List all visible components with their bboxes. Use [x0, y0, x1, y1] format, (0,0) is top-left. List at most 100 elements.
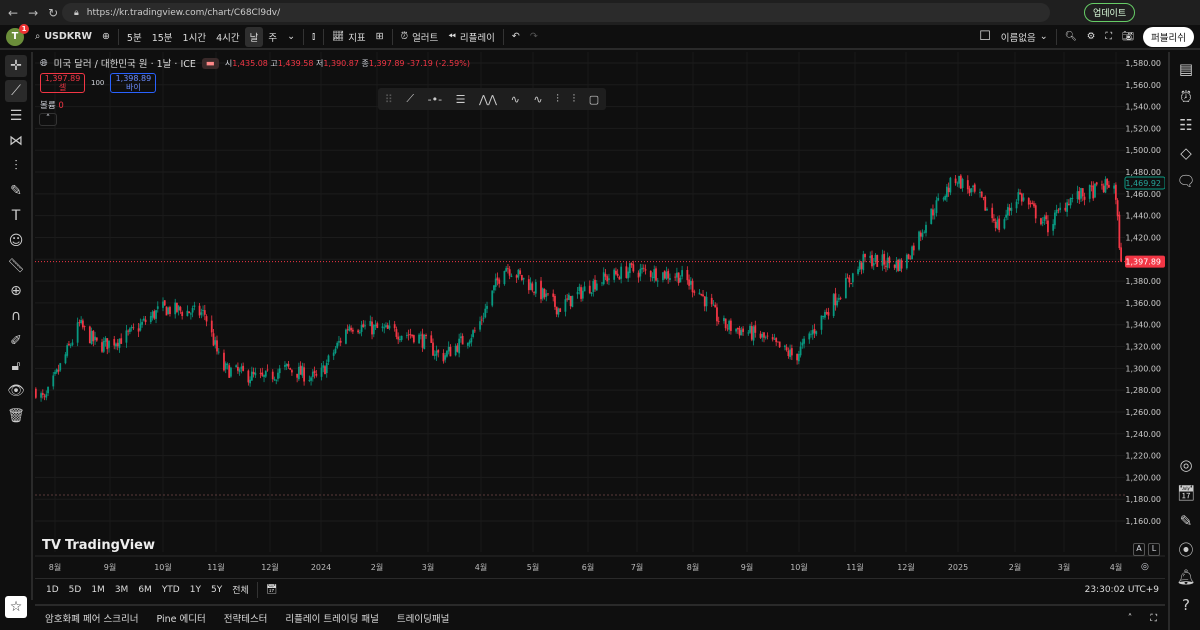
- sell-button[interactable]: 1,397.89 셀: [40, 73, 85, 93]
- undo-button[interactable]: ↶: [507, 27, 525, 47]
- drawings-button[interactable]: ✎: [1175, 510, 1197, 532]
- price-chart[interactable]: 1,580.00 1,560.00 1,540.00 1,520.00 1,500.00…: [35, 52, 1165, 578]
- trendline-tool[interactable]: ⟋: [5, 80, 27, 102]
- avatar[interactable]: T1: [6, 23, 29, 46]
- go-to-date-button[interactable]: 📅︎: [261, 580, 282, 600]
- interval-day[interactable]: 날: [244, 26, 264, 47]
- forecast-tool[interactable]: ⫶: [5, 155, 27, 177]
- interval-5m[interactable]: 5분: [122, 27, 147, 47]
- chart-type-button[interactable]: ⫾: [307, 27, 320, 47]
- tab-strategy-tester[interactable]: 전략테스터: [224, 611, 268, 625]
- range-1y[interactable]: 1Y: [185, 580, 206, 600]
- timezone-clock[interactable]: 23:30:02 UTC+9: [1085, 585, 1159, 595]
- xabcd-pattern-icon[interactable]: ⋀⋀: [479, 93, 497, 106]
- horizontal-ray-icon[interactable]: -•-: [428, 93, 442, 106]
- templates-button[interactable]: ⊞: [371, 27, 389, 47]
- auto-scale-button[interactable]: A: [1133, 543, 1145, 556]
- hide-tool[interactable]: 👁︎: [5, 380, 27, 402]
- address-bar[interactable]: 🔒︎ https://kr.tradingview.com/chart/C68Cl…: [62, 3, 1050, 22]
- range-1m[interactable]: 1M: [86, 580, 110, 600]
- range-5y[interactable]: 5Y: [206, 580, 227, 600]
- lock-tool[interactable]: 🔓︎: [5, 355, 27, 377]
- update-button[interactable]: 업데이트: [1084, 3, 1136, 22]
- layout-name-dropdown[interactable]: 이름없음 ⌄: [996, 27, 1053, 47]
- range-all[interactable]: 전체: [227, 580, 254, 600]
- delete-tool[interactable]: 🗑︎: [5, 405, 27, 427]
- legend-toggle[interactable]: ▬: [201, 57, 219, 69]
- crosshair-tool[interactable]: ✛: [5, 55, 27, 77]
- watchlist-button[interactable]: ▤: [1175, 58, 1197, 80]
- publish-button[interactable]: 퍼블리쉬: [1143, 26, 1194, 47]
- settings-button[interactable]: ⚙: [1082, 27, 1101, 47]
- abcd-pattern-icon[interactable]: ∿: [533, 93, 542, 106]
- interval-1h[interactable]: 1시간: [178, 27, 212, 47]
- snapshot-button[interactable]: 📷︎: [1117, 27, 1139, 47]
- expand-panel-icon[interactable]: ˄: [1128, 613, 1133, 624]
- short-position-icon[interactable]: ⫶: [572, 92, 575, 106]
- range-ytd[interactable]: YTD: [157, 580, 185, 600]
- ruler-tool[interactable]: 📏︎: [5, 255, 27, 277]
- candle-body: [479, 321, 481, 330]
- candle-body: [320, 367, 323, 377]
- tab-pine-editor[interactable]: Pine 에디터: [156, 611, 205, 625]
- brush-tool[interactable]: ✎: [5, 180, 27, 202]
- chat-button[interactable]: 🗨︎: [1175, 170, 1197, 192]
- text-tool[interactable]: T: [5, 205, 27, 227]
- candle-body: [921, 233, 924, 237]
- range-3m[interactable]: 3M: [110, 580, 134, 600]
- emoji-tool[interactable]: ☺: [5, 230, 27, 252]
- replay-button[interactable]: ⏪︎ 리플레이: [443, 27, 500, 47]
- range-5d[interactable]: 5D: [64, 580, 87, 600]
- quick-search-button[interactable]: 🔍︎: [1060, 27, 1082, 47]
- maximize-panel-icon[interactable]: ⛶: [1150, 613, 1157, 624]
- fib-tool[interactable]: ☰: [5, 105, 27, 127]
- alerts-button[interactable]: ⏰︎: [1175, 86, 1197, 108]
- interval-4h[interactable]: 4시간: [211, 27, 245, 47]
- watchlist-star-button[interactable]: ☆: [5, 596, 27, 618]
- notifications-button[interactable]: 🔔︎: [1175, 566, 1197, 588]
- trendline-icon[interactable]: ⟋: [406, 92, 414, 106]
- help-button[interactable]: ?: [1175, 594, 1197, 616]
- interval-15m[interactable]: 15분: [147, 27, 178, 47]
- stream-button[interactable]: ⦿: [1175, 538, 1197, 560]
- indicators-button[interactable]: 📈︎ 지표: [327, 27, 371, 47]
- candle-body: [569, 296, 572, 307]
- parallel-channel-icon[interactable]: ☰: [456, 93, 466, 106]
- collapse-legend-button[interactable]: ˄: [39, 113, 57, 126]
- magnet-tool[interactable]: ∩: [5, 305, 27, 327]
- zoom-tool[interactable]: ⊕: [5, 280, 27, 302]
- ideas-button[interactable]: ◎: [1175, 454, 1197, 476]
- candle-body: [893, 264, 896, 268]
- layout-button[interactable]: ☐: [974, 27, 996, 47]
- time-axis-settings[interactable]: ◎: [1141, 562, 1149, 572]
- symbol-search[interactable]: ⌕ USDKRW: [30, 27, 97, 47]
- redo-button[interactable]: ↷: [525, 27, 543, 47]
- range-6m[interactable]: 6M: [133, 580, 157, 600]
- forward-icon[interactable]: →: [28, 6, 38, 20]
- alert-button[interactable]: ⏰︎ 얼러트: [396, 27, 444, 47]
- candle-body: [632, 264, 635, 272]
- compare-button[interactable]: ⊕: [97, 27, 115, 47]
- interval-dropdown[interactable]: ⌄: [282, 27, 300, 47]
- reload-icon[interactable]: ↻: [48, 6, 58, 20]
- lock-drawing-tool[interactable]: ✐: [5, 330, 27, 352]
- pattern-tool[interactable]: ⋈: [5, 130, 27, 152]
- tab-replay-trading-panel[interactable]: 리플레이 트레이딩 패널: [285, 611, 378, 625]
- object-tree-button[interactable]: ☷: [1175, 114, 1197, 136]
- fullscreen-button[interactable]: ⛶: [1100, 27, 1117, 47]
- range-1d[interactable]: 1D: [41, 580, 64, 600]
- interval-week[interactable]: 주: [263, 27, 282, 47]
- buy-button[interactable]: 1,398.89 바이: [110, 73, 157, 93]
- layers-button[interactable]: ◇: [1175, 142, 1197, 164]
- elliott-wave-icon[interactable]: ∿: [511, 93, 520, 106]
- log-scale-button[interactable]: L: [1148, 543, 1160, 556]
- long-position-icon[interactable]: ⫶: [556, 92, 559, 106]
- tab-trading-panel[interactable]: 트레이딩패널: [397, 611, 449, 625]
- rectangle-icon[interactable]: ▢: [589, 93, 599, 106]
- drag-handle-icon[interactable]: ⠿: [385, 93, 393, 106]
- tab-crypto-screener[interactable]: 암호화폐 페어 스크리너: [45, 611, 138, 625]
- back-icon[interactable]: ←: [8, 6, 18, 20]
- candle-body: [1017, 192, 1020, 201]
- calendar-button[interactable]: 📅︎: [1175, 482, 1197, 504]
- high-label: 고: [270, 58, 278, 68]
